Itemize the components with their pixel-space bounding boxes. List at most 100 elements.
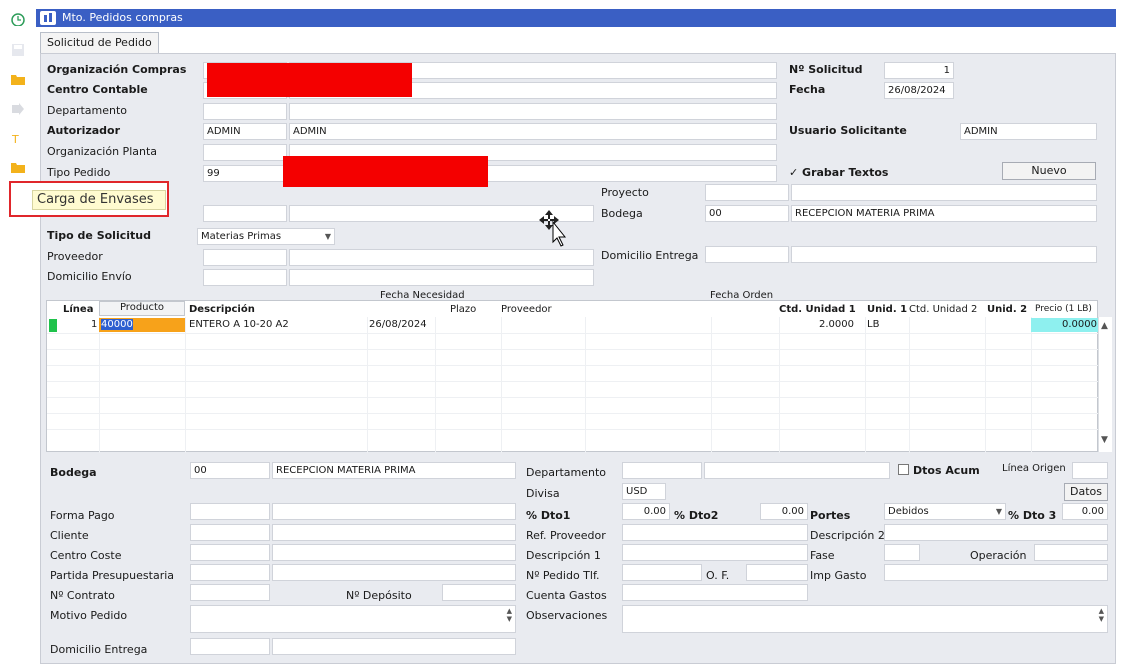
footer-centro-coste-code[interactable] (190, 544, 270, 561)
tipo-solicitud-select[interactable]: Materias Primas ▼ (197, 228, 335, 245)
spin-arrows-icon[interactable]: ▲ ▼ (507, 607, 512, 623)
svg-text:T: T (11, 133, 19, 145)
of-field[interactable] (746, 564, 808, 581)
organizacion-planta-code[interactable] (203, 144, 287, 161)
departamento-name[interactable] (289, 103, 777, 120)
linea-origen-field[interactable] (1072, 462, 1108, 479)
cliente-code[interactable] (190, 524, 270, 541)
chevron-down-icon[interactable]: ▼ (996, 504, 1002, 519)
proveedor-name[interactable] (289, 249, 594, 266)
footer-domicilio-entrega-label: Domicilio Entrega (50, 643, 148, 656)
partida-name[interactable] (272, 564, 516, 581)
app-chart-icon (40, 11, 56, 25)
divisa-field[interactable]: USD (622, 483, 666, 500)
cell-precio[interactable]: 0.0000 (1031, 318, 1099, 332)
fecha-field[interactable]: 26/08/2024 (884, 82, 954, 99)
dtos-acum-label: Dtos Acum (913, 464, 980, 477)
cell-linea: 1 (91, 319, 98, 330)
forma-pago-code[interactable] (190, 503, 270, 520)
autorizador-name[interactable]: ADMIN (289, 123, 777, 140)
cell-producto[interactable]: 40000 (99, 318, 185, 332)
grabar-textos-checkbox[interactable]: ✓ Grabar Textos (789, 166, 888, 179)
centro-contable-label: Centro Contable (47, 83, 148, 96)
header-plazo: Plazo (450, 304, 477, 315)
grid-col-divider (1031, 317, 1032, 453)
operacion-field[interactable] (1034, 544, 1108, 561)
footer-centro-coste-name[interactable] (272, 544, 516, 561)
tipo-solicitud-label: Tipo de Solicitud (47, 229, 151, 242)
header-unid1: Unid. 1 (867, 304, 908, 315)
descripcion2-field[interactable] (884, 524, 1108, 541)
footer-bodega-name[interactable]: RECEPCION MATERIA PRIMA (272, 462, 516, 479)
proyecto-name[interactable] (791, 184, 1097, 201)
clock-icon[interactable] (10, 12, 26, 26)
folder-icon[interactable] (10, 160, 26, 174)
tab-solicitud-pedido[interactable]: Solicitud de Pedido (40, 32, 159, 54)
bodega-code[interactable]: 00 (705, 205, 789, 222)
grid-col-divider (435, 317, 436, 453)
dto3-field[interactable]: 0.00 (1062, 503, 1108, 520)
portes-select[interactable]: Debidos ▼ (884, 503, 1006, 520)
partida-code[interactable] (190, 564, 270, 581)
ref-proveedor-field[interactable] (622, 524, 808, 541)
footer-domicilio-entrega-code[interactable] (190, 638, 270, 655)
grid-col-divider (985, 317, 986, 453)
datos-button[interactable]: Datos (1064, 483, 1108, 501)
motivo-pedido-field[interactable]: ▲ ▼ (190, 605, 516, 633)
footer-bodega-code[interactable]: 00 (190, 462, 270, 479)
folder-icon[interactable] (10, 72, 26, 86)
tooltip-carga-envases: Carga de Envases (32, 190, 166, 210)
forma-pago-name[interactable] (272, 503, 516, 520)
observaciones-field[interactable]: ▲ ▼ (622, 605, 1108, 633)
footer-departamento-label: Departamento (526, 466, 607, 479)
tipo-pedido-code[interactable]: 99 (203, 165, 287, 182)
grid-col-divider (185, 317, 186, 453)
departamento-code[interactable] (203, 103, 287, 120)
cliente-name[interactable] (272, 524, 516, 541)
order-lines-table[interactable]: Línea Producto Descripción Plazo Proveed… (46, 300, 1099, 453)
n-pedido-tlf-field[interactable] (622, 564, 702, 581)
n-deposito-field[interactable] (442, 584, 516, 601)
cuenta-gastos-field[interactable] (622, 584, 808, 601)
imp-gasto-field[interactable] (884, 564, 1108, 581)
domicilio-entrega-name[interactable] (791, 246, 1097, 263)
autorizador-code[interactable]: ADMIN (203, 123, 287, 140)
grid-row-divider (47, 349, 1099, 350)
proyecto-code[interactable] (705, 184, 789, 201)
bodega-name[interactable]: RECEPCION MATERIA PRIMA (791, 205, 1097, 222)
grid-col-divider (711, 317, 712, 453)
footer-domicilio-entrega-name[interactable] (272, 638, 516, 655)
chevron-down-icon[interactable]: ▼ (325, 229, 331, 244)
save-icon[interactable] (10, 42, 26, 56)
domicilio-entrega-code[interactable] (705, 246, 789, 263)
nuevo-button[interactable]: Nuevo (1002, 162, 1096, 180)
fase-field[interactable] (884, 544, 920, 561)
spin-arrows-icon[interactable]: ▲ ▼ (1099, 607, 1104, 623)
scroll-up-icon[interactable]: ▲ (1101, 321, 1108, 331)
dto2-field[interactable]: 0.00 (760, 503, 808, 520)
centro-coste-code[interactable] (203, 205, 287, 222)
dto1-label: % Dto1 (526, 509, 571, 522)
footer-departamento-name[interactable] (704, 462, 890, 479)
n-solicitud-field[interactable]: 1 (884, 62, 954, 79)
grid-vertical-scrollbar[interactable]: ▲ ▼ (1098, 317, 1112, 452)
autorizador-label: Autorizador (47, 124, 121, 137)
proveedor-code[interactable] (203, 249, 287, 266)
dtos-acum-checkbox[interactable] (898, 464, 909, 475)
domicilio-envio-code[interactable] (203, 269, 287, 286)
descripcion1-field[interactable] (622, 544, 808, 561)
grid-col-divider (501, 317, 502, 453)
cuenta-gastos-label: Cuenta Gastos (526, 589, 607, 602)
text-icon[interactable]: T (10, 131, 26, 145)
tab-bar: Solicitud de Pedido (36, 27, 1116, 54)
header-producto[interactable]: Producto (99, 301, 185, 316)
n-contrato-field[interactable] (190, 584, 270, 601)
domicilio-envio-name[interactable] (289, 269, 594, 286)
bodega-label: Bodega (601, 207, 643, 220)
grid-row-divider (47, 397, 1099, 398)
footer-departamento-code[interactable] (622, 462, 702, 479)
dto1-field[interactable]: 0.00 (622, 503, 670, 520)
usuario-solicitante-field[interactable]: ADMIN (960, 123, 1097, 140)
forward-icon[interactable] (10, 102, 26, 116)
scroll-down-icon[interactable]: ▼ (1101, 435, 1108, 445)
